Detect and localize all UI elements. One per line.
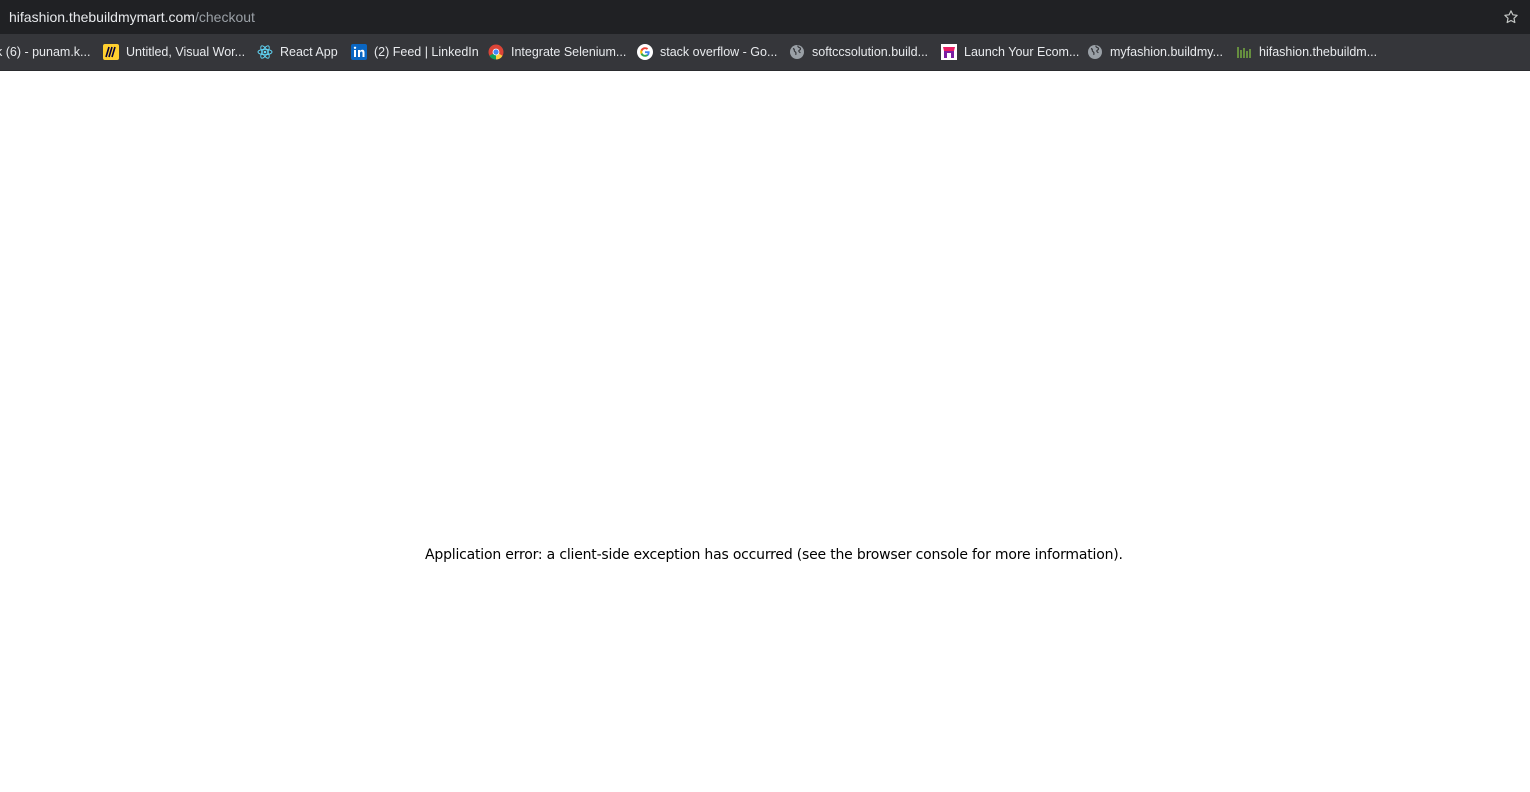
leaf-icon	[1236, 44, 1252, 60]
bookmark-label: Untitled, Visual Wor...	[126, 45, 246, 59]
bookmark-label: Integrate Selenium...	[511, 45, 627, 59]
bookmark-item[interactable]: React App	[257, 43, 338, 61]
bookmark-item[interactable]: softccsolution.build...	[789, 43, 928, 61]
url-path: /checkout	[194, 9, 255, 25]
error-message: Application error: a client-side excepti…	[425, 547, 1123, 563]
google-icon	[637, 44, 653, 60]
bookmark-item[interactable]: k (6) - punam.k...	[0, 43, 90, 61]
bookmark-label: hifashion.thebuildm...	[1259, 45, 1378, 59]
page-content: Application error: a client-side excepti…	[0, 71, 1530, 792]
bookmark-item[interactable]: Launch Your Ecom...	[941, 43, 1079, 61]
globe-icon	[1087, 44, 1103, 60]
bookmark-item[interactable]: myfashion.buildmy...	[1087, 43, 1223, 61]
bookmark-label: React App	[280, 45, 338, 59]
bookmark-label: (2) Feed | LinkedIn	[374, 45, 479, 59]
bookmark-label: myfashion.buildmy...	[1110, 45, 1224, 59]
bookmark-item[interactable]: hifashion.thebuildm...	[1236, 43, 1377, 61]
bookmark-label: softccsolution.build...	[812, 45, 929, 59]
linkedin-icon	[351, 44, 367, 60]
bookmark-label: stack overflow - Go...	[660, 45, 778, 59]
bookmark-item[interactable]: Integrate Selenium...	[488, 43, 626, 61]
globe-icon	[789, 44, 805, 60]
store-icon	[941, 44, 957, 60]
react-icon	[257, 44, 273, 60]
bookmarks-bar: k (6) - punam.k... Untitled, Visual Wor.…	[0, 34, 1530, 71]
url-text[interactable]: hifashion.thebuildmymart.com/checkout	[9, 9, 255, 25]
bookmark-item[interactable]: (2) Feed | LinkedIn	[351, 43, 479, 61]
bookmark-label: Launch Your Ecom...	[964, 45, 1080, 59]
bookmark-star-icon[interactable]	[1502, 8, 1520, 26]
chrome-icon	[488, 44, 504, 60]
miro-icon	[103, 44, 119, 60]
url-host: hifashion.thebuildmymart.com	[9, 9, 195, 25]
bookmark-item[interactable]: Untitled, Visual Wor...	[103, 43, 245, 61]
bookmark-label: k (6) - punam.k...	[0, 45, 91, 59]
bookmark-item[interactable]: stack overflow - Go...	[637, 43, 777, 61]
address-bar[interactable]: hifashion.thebuildmymart.com/checkout	[0, 0, 1530, 34]
